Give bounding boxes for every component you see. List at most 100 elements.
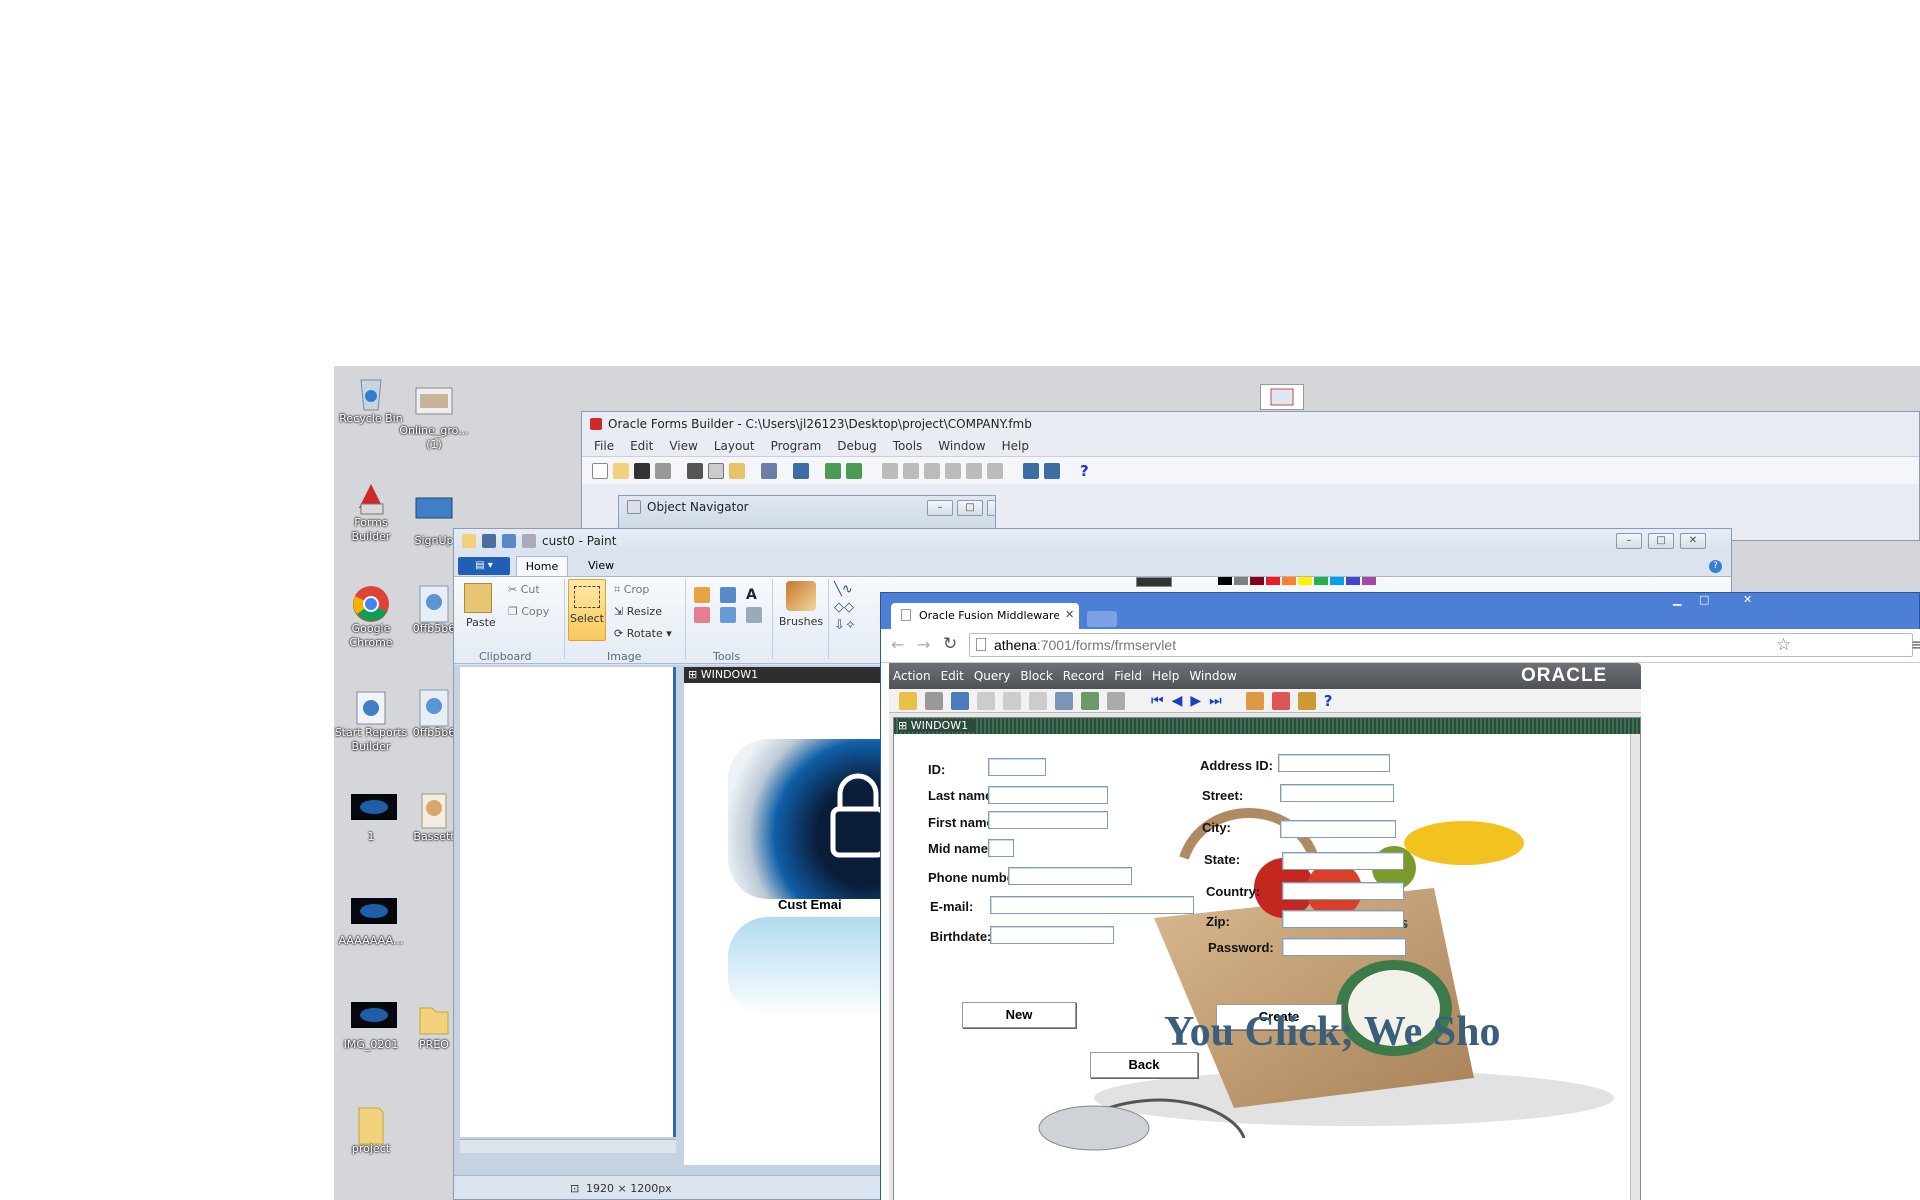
forms-builder-window[interactable]: Oracle Forms Builder - C:\Users\jl26123\… (581, 411, 1920, 541)
text-icon[interactable]: A (746, 587, 768, 603)
address-bar[interactable]: athena:7001/forms/frmservlet ☆ (969, 633, 1913, 657)
email-field[interactable] (990, 896, 1194, 914)
cut-icon[interactable] (687, 462, 703, 479)
magnifier-icon[interactable] (746, 607, 762, 623)
browser-minimize-button[interactable]: ▁ (1673, 593, 1681, 606)
paste-icon[interactable] (464, 583, 492, 613)
oracle-menu-edit[interactable]: Edit (941, 669, 964, 683)
print-icon[interactable] (655, 462, 671, 479)
cut-icon[interactable] (977, 691, 995, 710)
paint-help-icon[interactable]: ? (1709, 560, 1722, 573)
step-into-icon[interactable] (903, 462, 919, 479)
insert-record-icon[interactable] (1245, 691, 1264, 710)
oracle-menu-action[interactable]: Action (893, 669, 931, 683)
last-record-icon[interactable]: ⏭ (1209, 693, 1222, 709)
copy-icon[interactable] (708, 462, 724, 479)
step-over-icon[interactable] (924, 462, 940, 479)
reload-icon[interactable]: ↻ (943, 634, 957, 654)
menu-window[interactable]: Window (938, 439, 985, 453)
menu-tools[interactable]: Tools (893, 439, 923, 453)
desktop-icon-online-gro[interactable]: Online_gro... (1) (397, 386, 471, 452)
desktop-icon-aaaaaaa[interactable]: AAAAAAA... (334, 896, 408, 948)
birthdate-field[interactable] (990, 926, 1114, 944)
browser-maximize-button[interactable]: □ (1699, 593, 1709, 606)
redo-icon[interactable] (522, 534, 536, 548)
tab-view[interactable]: View (588, 559, 614, 572)
paint-hscrollbar[interactable] (460, 1139, 676, 1153)
resize-button[interactable]: ⇲ Resize (614, 605, 662, 618)
copy-icon[interactable] (1003, 691, 1021, 710)
copy-button[interactable]: ❐ Copy (508, 605, 549, 618)
browser-close-button[interactable]: ✕ (1743, 593, 1752, 606)
save-icon[interactable] (899, 691, 917, 710)
back-icon[interactable]: ← (891, 635, 904, 654)
exit-icon[interactable] (951, 691, 969, 710)
brushes-button[interactable]: Brushes (778, 579, 824, 643)
city-field[interactable] (1280, 820, 1396, 838)
country-field[interactable] (1282, 882, 1404, 900)
rotate-button[interactable]: ⟳ Rotate ▾ (614, 627, 672, 640)
paste-icon[interactable] (729, 462, 745, 479)
first-record-icon[interactable]: ⏮ (1151, 693, 1164, 709)
oracle-menu-query[interactable]: Query (974, 669, 1010, 683)
pause-icon[interactable] (966, 462, 982, 479)
paint-file-menu-button[interactable]: ▤ ▾ (458, 557, 510, 575)
run-icon[interactable] (825, 462, 841, 479)
street-field[interactable] (1280, 784, 1394, 802)
enter-query-icon[interactable] (1055, 691, 1073, 710)
oracle-menu-field[interactable]: Field (1114, 669, 1142, 683)
state-field[interactable] (1282, 852, 1404, 870)
oracle-menu-block[interactable]: Block (1020, 669, 1052, 683)
lock-record-icon[interactable] (1297, 691, 1316, 710)
menu-program[interactable]: Program (771, 439, 822, 453)
step-icon[interactable] (882, 462, 898, 479)
id-field[interactable] (988, 758, 1046, 776)
oracle-menu-help[interactable]: Help (1152, 669, 1179, 683)
last-name-field[interactable] (988, 786, 1108, 804)
close-button[interactable] (987, 500, 995, 516)
fill-icon[interactable] (720, 587, 736, 603)
password-field[interactable] (1282, 938, 1406, 956)
eraser-icon[interactable] (694, 607, 710, 623)
cancel-query-icon[interactable] (1107, 691, 1125, 710)
oracle-menu-record[interactable]: Record (1063, 669, 1104, 683)
menu-file[interactable]: File (594, 439, 614, 453)
desktop-icon-project[interactable]: project (334, 1104, 408, 1156)
menu-debug[interactable]: Debug (837, 439, 876, 453)
new-tab-button[interactable] (1087, 611, 1117, 627)
execute-query-icon[interactable] (1081, 691, 1099, 710)
maximize-button[interactable]: □ (957, 500, 983, 516)
minimize-button[interactable]: – (927, 500, 953, 516)
new-file-icon[interactable] (592, 462, 608, 479)
menu-view[interactable]: View (669, 439, 697, 453)
save-icon[interactable] (482, 534, 496, 548)
previous-record-icon[interactable]: ◀ (1172, 693, 1183, 709)
paint-close-button[interactable]: ✕ (1680, 533, 1706, 549)
crop-button[interactable]: ⌗ Crop (614, 583, 649, 597)
mid-name-field[interactable] (988, 839, 1014, 857)
select-button[interactable]: Select (568, 579, 606, 641)
stop-icon[interactable] (987, 462, 1003, 479)
oracle-menu-window[interactable]: Window (1189, 669, 1236, 683)
help-icon[interactable]: ? (1080, 462, 1089, 480)
undo-icon[interactable] (502, 534, 516, 548)
color-picker-icon[interactable] (720, 607, 736, 623)
phone-number-field[interactable] (1008, 867, 1132, 885)
small-app-thumbnail[interactable] (1260, 384, 1304, 410)
menu-help[interactable]: Help (1002, 439, 1029, 453)
wizard-icon[interactable] (1023, 462, 1039, 479)
debug-icon[interactable] (846, 462, 862, 479)
menu-layout[interactable]: Layout (714, 439, 755, 453)
browser-tab[interactable]: Oracle Fusion Middleware ✕ (891, 603, 1079, 629)
compile-icon[interactable] (761, 462, 777, 479)
next-record-icon[interactable]: ▶ (1190, 693, 1201, 709)
zip-field[interactable] (1282, 910, 1404, 928)
new-button[interactable]: New (962, 1002, 1076, 1028)
delete-record-icon[interactable] (1271, 691, 1290, 710)
menu-edit[interactable]: Edit (630, 439, 653, 453)
tab-close-icon[interactable]: ✕ (1065, 608, 1074, 621)
color-1-swatch[interactable] (1136, 577, 1172, 587)
open-folder-icon[interactable] (613, 462, 629, 479)
paint-minimize-button[interactable]: – (1616, 533, 1642, 549)
help-icon[interactable]: ? (1324, 692, 1333, 710)
